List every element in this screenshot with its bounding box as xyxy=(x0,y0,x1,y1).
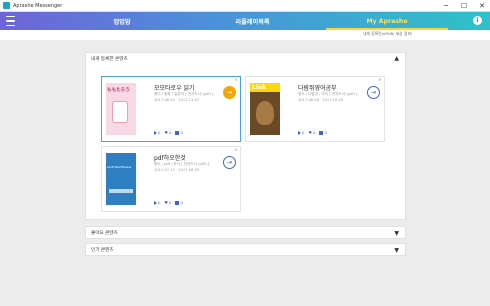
my-contents-header[interactable]: 내게 등록한 콘텐츠 ▲ xyxy=(86,53,405,64)
section-title: 내게 등록한 콘텐츠 xyxy=(91,56,128,62)
book-cover-thumbnail: ももたろう xyxy=(106,83,136,135)
comment-count: 0 xyxy=(324,130,327,135)
comment-icon xyxy=(319,130,324,135)
heart-icon: ♥ xyxy=(164,130,169,135)
play-icon xyxy=(298,130,301,135)
hamburger-menu-icon[interactable] xyxy=(6,16,15,26)
heart-icon: ♥ xyxy=(308,130,313,135)
card-open-button[interactable]: ⇥ xyxy=(367,86,380,99)
play-icon xyxy=(154,200,157,205)
chevron-up-icon[interactable]: ▲ xyxy=(394,55,399,62)
like-count: 0 xyxy=(169,200,172,205)
maximize-button[interactable]: ☐ xyxy=(456,0,472,12)
card-stats: 0 ♥ 0 0 xyxy=(298,130,331,135)
comment-count: 0 xyxy=(180,200,183,205)
close-window-button[interactable]: ✕ xyxy=(474,0,490,12)
cover-title: Link xyxy=(252,84,267,91)
subheader-bar: 내게 등록된(ePUB/ 세상 정보) xyxy=(0,30,490,40)
comment-icon xyxy=(175,130,180,135)
content-card[interactable]: Link 다람쥐영어공부 영어 / 다람쥐 / 아이 [ 전자도서 (pdf) … xyxy=(245,76,385,142)
card-open-button[interactable]: ⇥ xyxy=(223,156,236,169)
view-count: 0 xyxy=(158,130,161,135)
like-count: 0 xyxy=(313,130,316,135)
card-stats: 0 ♥ 0 0 xyxy=(154,200,187,205)
popular-contents-header[interactable]: 인기 콘텐츠 ▼ xyxy=(86,244,405,256)
minimize-button[interactable]: ─ xyxy=(438,0,454,12)
card-title[interactable]: 다람쥐영어공부 xyxy=(298,83,337,92)
book-cover-thumbnail: epdf Workflower xyxy=(106,153,136,205)
heart-icon: ♥ xyxy=(164,200,169,205)
card-open-button[interactable]: ⇥ xyxy=(223,86,236,99)
card-subtitle: 종이 / 동화 / 일본어 [ 전자도서 (pdf) ] xyxy=(154,92,214,96)
card-close-icon[interactable]: × xyxy=(234,78,238,83)
content-card[interactable]: ももたろう 모모타로우 읽기 종이 / 동화 / 일본어 [ 전자도서 (pdf… xyxy=(101,76,241,142)
comment-count: 0 xyxy=(180,130,183,135)
window-title: Aprashe Messenger xyxy=(13,2,63,9)
card-date: 2017-06-06 · 2017-10-05 xyxy=(298,98,344,102)
info-icon[interactable]: i xyxy=(473,16,482,25)
content-card[interactable]: epdf Workflower pdf하오한것 종이 / pdf / 문서 [ … xyxy=(101,146,241,212)
window-titlebar: Aprashe Messenger ─ ☐ ✕ xyxy=(0,0,490,12)
view-count: 0 xyxy=(158,200,161,205)
card-title[interactable]: 모모타로우 읽기 xyxy=(154,83,195,92)
book-cover-thumbnail: Link xyxy=(250,83,280,135)
popular-contents-panel[interactable]: 인기 콘텐츠 ▼ xyxy=(85,243,406,256)
card-subtitle: 종이 / pdf / 문서 [ 전자도서 (pdf) ] xyxy=(154,162,210,166)
tab-replay-list[interactable]: 리플레이목록 xyxy=(215,12,290,30)
cover-title: ももたろう xyxy=(107,88,130,93)
card-stats: 0 ♥ 0 0 xyxy=(154,130,187,135)
cover-illustration xyxy=(112,101,128,123)
card-date: 2017-07-12 · 2017-08-03 xyxy=(154,168,200,172)
cover-squirrel-image xyxy=(256,101,274,125)
section-title: 인기 콘텐츠 xyxy=(91,248,114,253)
my-contents-panel: 내게 등록한 콘텐츠 ▲ ももたろう 모모타로우 읽기 종이 / 동화 / 일본… xyxy=(85,52,406,220)
section-title: 좋아요 콘텐츠 xyxy=(91,231,118,236)
card-close-icon[interactable]: × xyxy=(234,148,238,153)
comment-icon xyxy=(175,200,180,205)
app-logo-icon xyxy=(3,2,10,9)
subheader-hint: 내게 등록된(ePUB/ 세상 정보) xyxy=(363,31,413,36)
card-date: 2017-06-10 · 2017-11-07 xyxy=(154,98,200,102)
tab-upload[interactable]: 업업맘 xyxy=(92,12,152,30)
like-count: 0 xyxy=(169,130,172,135)
card-close-icon[interactable]: × xyxy=(378,78,382,83)
liked-contents-header[interactable]: 좋아요 콘텐츠 ▼ xyxy=(86,227,405,239)
card-subtitle: 영어 / 다람쥐 / 아이 [ 전자도서 (pdf) ] xyxy=(298,92,358,96)
play-icon xyxy=(154,130,157,135)
liked-contents-panel[interactable]: 좋아요 콘텐츠 ▼ xyxy=(85,226,406,239)
cover-title: epdf Workflower xyxy=(107,165,132,169)
card-title[interactable]: pdf하오한것 xyxy=(154,153,186,162)
cover-strip xyxy=(109,189,133,193)
chevron-down-icon[interactable]: ▼ xyxy=(394,230,399,237)
view-count: 0 xyxy=(302,130,305,135)
chevron-down-icon[interactable]: ▼ xyxy=(394,247,399,254)
